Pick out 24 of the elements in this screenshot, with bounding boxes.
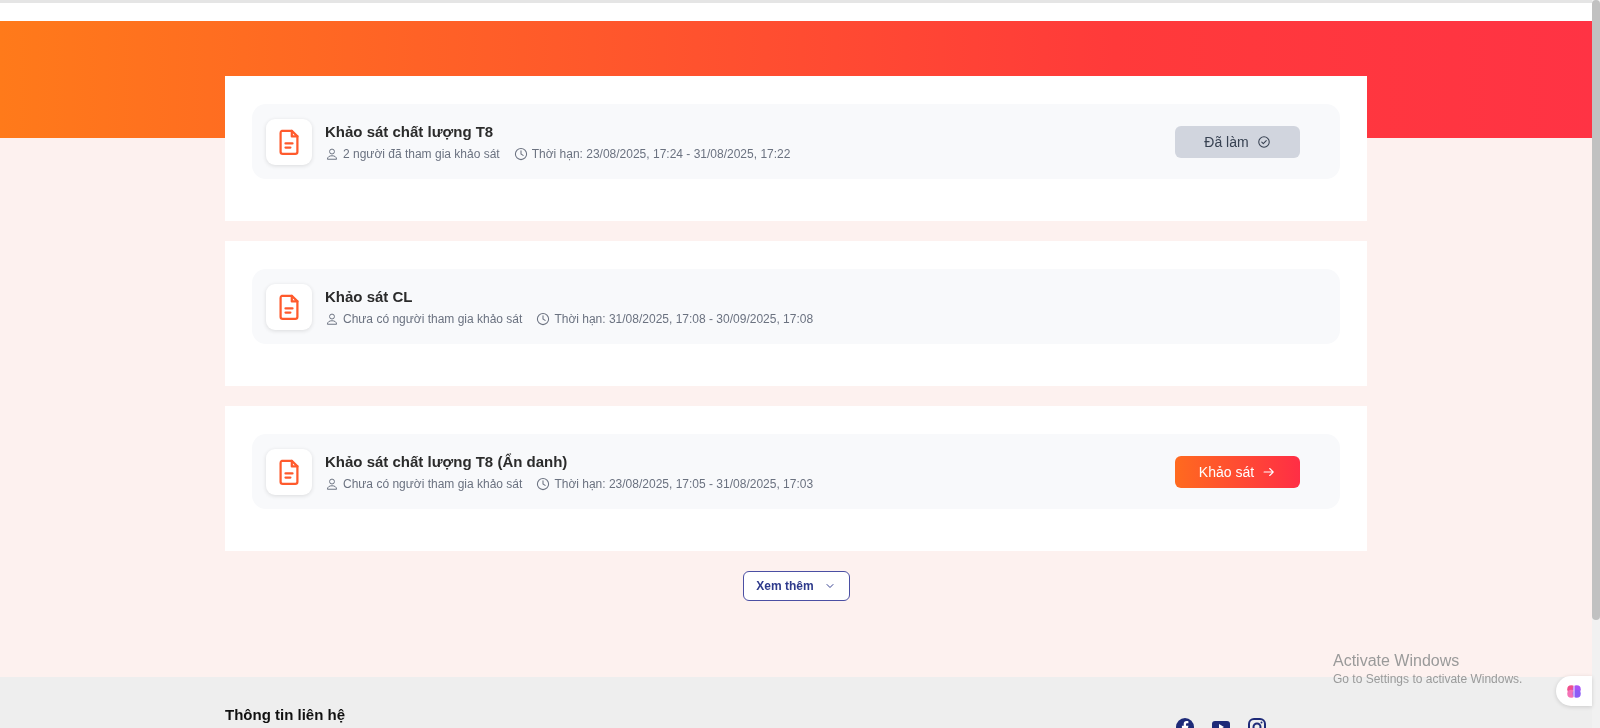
footer-heading: Thông tin liên hệ <box>225 706 345 725</box>
floating-widget[interactable] <box>1556 676 1592 706</box>
participant-count: Chưa có người tham gia khảo sát <box>343 476 523 491</box>
clock-icon <box>536 311 551 326</box>
user-icon <box>325 311 339 326</box>
deadline-text: Thời hạn: 23/08/2025, 17:05 - 31/08/2025, 17:03 <box>554 476 814 491</box>
scrollbar[interactable] <box>1592 0 1600 728</box>
clock-icon <box>513 146 528 161</box>
user-icon <box>325 146 339 161</box>
participant-count: 2 người đã tham gia khảo sát <box>343 146 500 161</box>
deadline-text: Thời hạn: 23/08/2025, 17:24 - 31/08/2025, 17:22 <box>531 146 791 161</box>
more-button[interactable]: Xem thêm <box>742 571 850 601</box>
activation-notice-title: Activate Windows <box>1333 652 1461 670</box>
survey-title: Khảo sát chất lượng T8 (Ẩn danh) <box>325 452 569 470</box>
survey-title: Khảo sát chất lượng T8 <box>325 122 495 140</box>
deadline-text: Thời hạn: 31/08/2025, 17:08 - 30/09/2025, 17:08 <box>554 311 814 326</box>
check-circle-icon <box>1256 134 1271 149</box>
survey-title: Khảo sát CL <box>325 287 414 305</box>
done-button[interactable]: Đã làm <box>1175 125 1300 158</box>
brain-icon <box>1565 682 1583 700</box>
user-icon <box>325 476 339 491</box>
clock-icon <box>536 476 551 491</box>
activation-notice-text: Go to Settings to activate Windows. <box>1333 672 1523 686</box>
participant-count: Chưa có người tham gia khảo sát <box>343 311 523 326</box>
